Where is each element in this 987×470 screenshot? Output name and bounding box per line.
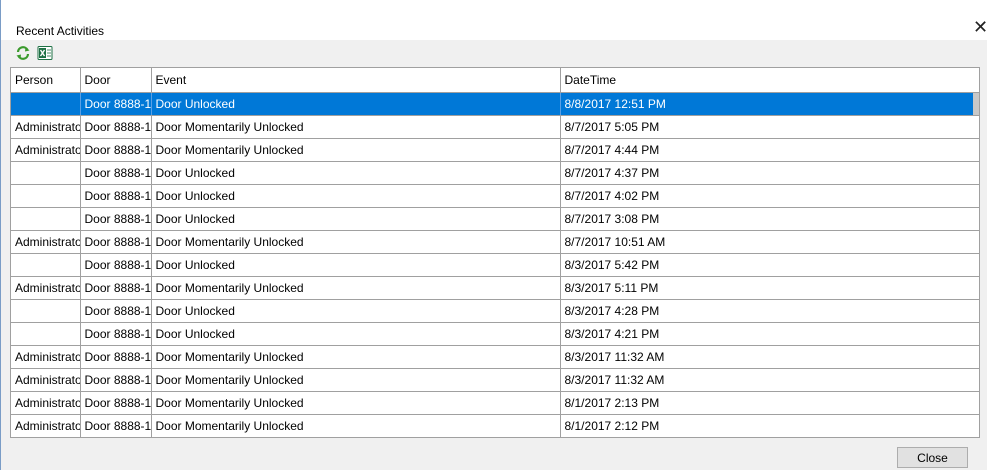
refresh-icon-graphic: [16, 46, 30, 60]
table-row[interactable]: Door 8888-1b Door Unlocked 8/3/2017 4:28 P…: [11, 299, 979, 323]
column-header-door[interactable]: Door: [80, 68, 152, 93]
cell-person: [11, 184, 81, 208]
cell-event: Door Momentarily Unlocked: [151, 414, 561, 437]
cell-datetime: 8/7/2017 4:02 PM: [560, 184, 979, 208]
table-row[interactable]: Administrator Door 8888-1b Door Momentaril…: [11, 230, 979, 254]
cell-person: [11, 161, 81, 185]
cell-event: Door Unlocked: [151, 322, 561, 346]
cell-door: Door 8888-1b: [80, 276, 152, 300]
close-icon[interactable]: ✕: [973, 18, 987, 38]
header-row: Person Door Event DateTime: [11, 68, 979, 93]
cell-person: [11, 299, 81, 323]
table-row[interactable]: Administrator Door 8888-1b Door Momentaril…: [11, 368, 979, 392]
recent-activities-dialog: Recent Activities ✕ Person Door Event Da…: [0, 0, 987, 470]
cell-person: Administrator: [11, 115, 81, 139]
table-row[interactable]: Administrator Door 8888-1b Door Momentaril…: [11, 414, 979, 437]
cell-person: [11, 207, 81, 231]
cell-door: Door 8888-1b: [80, 322, 152, 346]
cell-person: Administrator: [11, 368, 81, 392]
cell-datetime: 8/7/2017 5:05 PM: [560, 115, 979, 139]
cell-door: Door 8888-1b: [80, 230, 152, 254]
cell-person: Administrator: [11, 414, 81, 437]
cell-datetime: 8/1/2017 2:13 PM: [560, 391, 979, 415]
close-button[interactable]: Close: [897, 447, 968, 468]
cell-door: Door 8888-1b: [80, 391, 152, 415]
activities-table: Person Door Event DateTime Door 8888-1b D…: [11, 68, 979, 437]
cell-event: Door Unlocked: [151, 92, 561, 116]
cell-event: Door Unlocked: [151, 253, 561, 277]
cell-datetime: 8/3/2017 5:42 PM: [560, 253, 979, 277]
table-row[interactable]: Administrator Door 8888-1b Door Momentaril…: [11, 115, 979, 139]
cell-door: Door 8888-1b: [80, 345, 152, 369]
cell-datetime: 8/7/2017 4:37 PM: [560, 161, 979, 185]
table-row[interactable]: Administrator Door 8888-1b Door Momentaril…: [11, 138, 979, 162]
activities-grid[interactable]: Person Door Event DateTime Door 8888-1b D…: [10, 67, 980, 438]
cell-event: Door Unlocked: [151, 161, 561, 185]
refresh-icon[interactable]: [15, 45, 31, 61]
cell-person: [11, 92, 81, 116]
cell-door: Door 8888-1b: [80, 115, 152, 139]
cell-door: Door 8888-1b: [80, 207, 152, 231]
toolbar: [10, 41, 980, 65]
cell-event: Door Momentarily Unlocked: [151, 276, 561, 300]
column-header-datetime[interactable]: DateTime: [560, 68, 979, 93]
title-bar: Recent Activities ✕: [1, 0, 987, 40]
cell-event: Door Unlocked: [151, 207, 561, 231]
grid-body: Door 8888-1b Door Unlocked 8/8/2017 12:51 …: [11, 92, 979, 437]
table-row[interactable]: Door 8888-1b Door Unlocked 8/7/2017 4:37 P…: [11, 161, 979, 185]
cell-datetime: 8/3/2017 11:32 AM: [560, 345, 979, 369]
cell-datetime: 8/8/2017 12:51 PM: [560, 92, 979, 116]
table-row[interactable]: Door 8888-1b Door Unlocked 8/3/2017 4:21 P…: [11, 322, 979, 346]
cell-datetime: 8/3/2017 4:28 PM: [560, 299, 979, 323]
cell-door: Door 8888-1b: [80, 253, 152, 277]
cell-datetime: 8/7/2017 3:08 PM: [560, 207, 979, 231]
cell-event: Door Unlocked: [151, 184, 561, 208]
cell-door: Door 8888-1b: [80, 184, 152, 208]
cell-event: Door Momentarily Unlocked: [151, 138, 561, 162]
cell-event: Door Momentarily Unlocked: [151, 368, 561, 392]
excel-export-icon[interactable]: [37, 45, 53, 61]
cell-event: Door Unlocked: [151, 299, 561, 323]
cell-datetime: 8/1/2017 2:12 PM: [560, 414, 979, 437]
column-header-event[interactable]: Event: [151, 68, 561, 93]
cell-person: [11, 322, 81, 346]
cell-datetime: 8/7/2017 10:51 AM: [560, 230, 979, 254]
excel-icon-graphic: [37, 46, 53, 60]
table-row[interactable]: Door 8888-1b Door Unlocked 8/7/2017 4:02 P…: [11, 184, 979, 208]
dialog-footer: Close: [10, 440, 980, 470]
table-row[interactable]: Door 8888-1b Door Unlocked 8/3/2017 5:42 P…: [11, 253, 979, 277]
table-row[interactable]: Door 8888-1b Door Unlocked 8/7/2017 3:08 P…: [11, 207, 979, 231]
cell-datetime: 8/7/2017 4:44 PM: [560, 138, 979, 162]
cell-datetime: 8/3/2017 5:11 PM: [560, 276, 979, 300]
cell-door: Door 8888-1b: [80, 414, 152, 437]
table-row[interactable]: Administrator Door 8888-1b Door Momentaril…: [11, 276, 979, 300]
cell-door: Door 8888-1b: [80, 299, 152, 323]
cell-person: Administrator: [11, 391, 81, 415]
table-row[interactable]: Administrator Door 8888-1b Door Momentaril…: [11, 391, 979, 415]
cell-door: Door 8888-1b: [80, 368, 152, 392]
cell-event: Door Momentarily Unlocked: [151, 391, 561, 415]
cell-datetime: 8/3/2017 11:32 AM: [560, 368, 979, 392]
dialog-title: Recent Activities: [16, 24, 105, 38]
cell-door: Door 8888-1b: [80, 161, 152, 185]
vertical-scrollbar[interactable]: [973, 93, 979, 115]
table-row[interactable]: Administrator Door 8888-1b Door Momentaril…: [11, 345, 979, 369]
cell-person: Administrator: [11, 230, 81, 254]
column-header-person[interactable]: Person: [11, 68, 81, 93]
cell-event: Door Momentarily Unlocked: [151, 115, 561, 139]
cell-door: Door 8888-1b: [80, 138, 152, 162]
cell-event: Door Momentarily Unlocked: [151, 230, 561, 254]
cell-person: Administrator: [11, 345, 81, 369]
cell-event: Door Momentarily Unlocked: [151, 345, 561, 369]
cell-person: [11, 253, 81, 277]
cell-person: Administrator: [11, 276, 81, 300]
cell-door: Door 8888-1b: [80, 92, 152, 116]
cell-person: Administrator: [11, 138, 81, 162]
table-row[interactable]: Door 8888-1b Door Unlocked 8/8/2017 12:51 …: [11, 92, 979, 116]
cell-datetime: 8/3/2017 4:21 PM: [560, 322, 979, 346]
